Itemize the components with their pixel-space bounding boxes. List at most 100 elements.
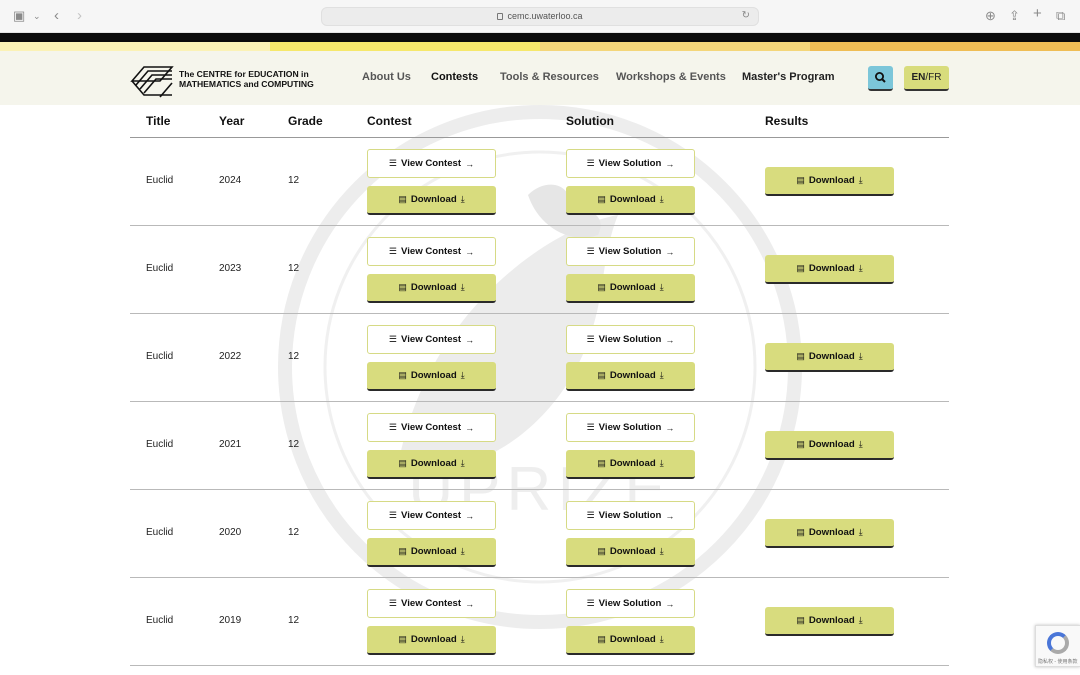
sidebar-toggle-icon[interactable]: ▣ xyxy=(13,8,25,24)
solution-download-button[interactable]: ▤ Download ⤓ xyxy=(566,362,695,391)
file-icon: ▤ xyxy=(398,634,407,644)
logo-line-2: MATHEMATICS and COMPUTING xyxy=(179,79,314,89)
view-solution-button[interactable]: ☰ View Solution → xyxy=(566,325,695,354)
chevron-down-icon[interactable]: ⌄ xyxy=(33,8,41,24)
contest-download-button[interactable]: ▤ Download ⤓ xyxy=(367,538,496,567)
cell-title: Euclid xyxy=(146,615,174,626)
language-toggle[interactable]: EN/FR xyxy=(904,66,949,91)
arrow-right-icon: → xyxy=(665,158,675,169)
solution-download-button[interactable]: ▤ Download ⤓ xyxy=(566,538,695,567)
arrow-right-icon: → xyxy=(465,510,475,521)
results-download-button[interactable]: ▤ Download ⤓ xyxy=(765,431,894,460)
view-contest-button-label: View Contest xyxy=(401,158,462,169)
cell-grade: 12 xyxy=(288,351,300,362)
file-icon: ▤ xyxy=(796,263,805,273)
download-icon[interactable]: ⊕ xyxy=(985,8,996,24)
contest-download-button-label: Download xyxy=(410,370,457,381)
contest-download-button[interactable]: ▤ Download ⤓ xyxy=(367,274,496,303)
contest-download-button[interactable]: ▤ Download ⤓ xyxy=(367,186,496,215)
view-contest-button[interactable]: ☰ View Contest → xyxy=(367,237,496,266)
document-icon: ☰ xyxy=(388,334,397,344)
new-tab-icon[interactable]: + xyxy=(1033,6,1042,22)
share-icon[interactable]: ⇪ xyxy=(1009,8,1020,24)
view-solution-button[interactable]: ☰ View Solution → xyxy=(566,237,695,266)
download-icon: ⤓ xyxy=(858,527,863,537)
contest-download-button-label: Download xyxy=(410,634,457,645)
view-solution-button-label: View Solution xyxy=(598,422,662,433)
nav-about-us[interactable]: About Us xyxy=(362,71,411,83)
cell-title: Euclid xyxy=(146,175,174,186)
forward-icon[interactable]: › xyxy=(77,8,82,24)
document-icon: ☰ xyxy=(388,422,397,432)
file-icon: ▤ xyxy=(796,439,805,449)
nav-workshops-events[interactable]: Workshops & Events xyxy=(616,71,726,83)
reload-icon[interactable]: ↻ xyxy=(742,10,750,21)
view-solution-button[interactable]: ☰ View Solution → xyxy=(566,149,695,178)
address-bar[interactable]: cemc.uwaterloo.ca ↻ xyxy=(321,7,759,26)
document-icon: ☰ xyxy=(586,598,595,608)
contest-download-button-label: Download xyxy=(410,194,457,205)
view-contest-button[interactable]: ☰ View Contest → xyxy=(367,413,496,442)
cell-title: Euclid xyxy=(146,351,174,362)
view-solution-button[interactable]: ☰ View Solution → xyxy=(566,413,695,442)
cell-grade: 12 xyxy=(288,263,300,274)
cell-year: 2020 xyxy=(219,527,242,538)
view-contest-button[interactable]: ☰ View Contest → xyxy=(367,325,496,354)
view-solution-button[interactable]: ☰ View Solution → xyxy=(566,501,695,530)
cell-grade: 12 xyxy=(288,615,300,626)
lang-fr[interactable]: FR xyxy=(928,72,941,83)
recaptcha-badge[interactable]: 隐私权 - 使用条款 xyxy=(1035,625,1080,667)
nav-contests[interactable]: Contests xyxy=(431,71,478,83)
color-stripe-1 xyxy=(0,42,270,51)
solution-download-button[interactable]: ▤ Download ⤓ xyxy=(566,186,695,215)
download-icon: ⤓ xyxy=(460,194,465,204)
file-icon: ▤ xyxy=(597,634,606,644)
row-divider xyxy=(130,401,949,402)
view-solution-button-label: View Solution xyxy=(598,246,662,257)
download-icon: ⤓ xyxy=(858,263,863,273)
solution-download-button[interactable]: ▤ Download ⤓ xyxy=(566,274,695,303)
col-header-results: Results xyxy=(765,114,809,128)
logo-text[interactable]: The CENTRE for EDUCATION in MATHEMATICS … xyxy=(179,69,314,89)
tabs-overview-icon[interactable]: ⧉ xyxy=(1056,8,1065,24)
download-icon: ⤓ xyxy=(858,351,863,361)
row-divider xyxy=(130,225,949,226)
nav-masters-program[interactable]: Master's Program xyxy=(742,71,835,83)
results-download-button[interactable]: ▤ Download ⤓ xyxy=(765,519,894,548)
document-icon: ☰ xyxy=(586,334,595,344)
contest-download-button[interactable]: ▤ Download ⤓ xyxy=(367,450,496,479)
view-solution-button[interactable]: ☰ View Solution → xyxy=(566,589,695,618)
document-icon: ☰ xyxy=(388,158,397,168)
results-download-button[interactable]: ▤ Download ⤓ xyxy=(765,167,894,196)
file-icon: ▤ xyxy=(597,546,606,556)
contest-download-button[interactable]: ▤ Download ⤓ xyxy=(367,626,496,655)
view-contest-button-label: View Contest xyxy=(401,422,462,433)
site-header: The CENTRE for EDUCATION in MATHEMATICS … xyxy=(0,51,1080,105)
contest-download-button[interactable]: ▤ Download ⤓ xyxy=(367,362,496,391)
cell-year: 2022 xyxy=(219,351,242,362)
nav-tools-resources[interactable]: Tools & Resources xyxy=(500,71,599,83)
solution-download-button[interactable]: ▤ Download ⤓ xyxy=(566,626,695,655)
results-download-button[interactable]: ▤ Download ⤓ xyxy=(765,607,894,636)
lang-en[interactable]: EN xyxy=(911,72,925,83)
color-stripe-2 xyxy=(270,42,540,51)
download-icon: ⤓ xyxy=(460,634,465,644)
view-contest-button[interactable]: ☰ View Contest → xyxy=(367,589,496,618)
search-button[interactable] xyxy=(868,66,893,91)
top-black-bar xyxy=(0,33,1080,42)
cemc-logo-icon[interactable] xyxy=(130,61,174,99)
view-contest-button[interactable]: ☰ View Contest → xyxy=(367,501,496,530)
table-header-divider xyxy=(130,137,949,138)
results-download-button[interactable]: ▤ Download ⤓ xyxy=(765,343,894,372)
view-solution-button-label: View Solution xyxy=(598,334,662,345)
results-download-button[interactable]: ▤ Download ⤓ xyxy=(765,255,894,284)
browser-toolbar: ▣ ⌄ ‹ › cemc.uwaterloo.ca ↻ ⊕ ⇪ + ⧉ xyxy=(0,0,1080,33)
cell-grade: 12 xyxy=(288,175,300,186)
file-icon: ▤ xyxy=(398,282,407,292)
view-contest-button[interactable]: ☰ View Contest → xyxy=(367,149,496,178)
solution-download-button[interactable]: ▤ Download ⤓ xyxy=(566,450,695,479)
document-icon: ☰ xyxy=(586,246,595,256)
view-solution-button-label: View Solution xyxy=(598,158,662,169)
color-stripe-3 xyxy=(540,42,810,51)
back-icon[interactable]: ‹ xyxy=(54,8,59,24)
